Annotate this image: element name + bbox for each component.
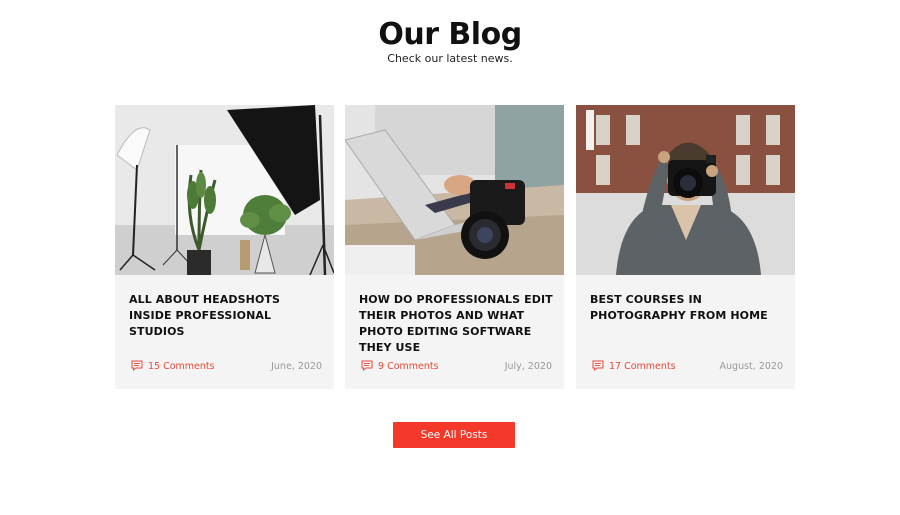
photographer-image[interactable] [576, 105, 795, 275]
comments-count: 9 Comments [378, 361, 439, 372]
post-date: August, 2020 [719, 361, 783, 372]
post-meta: 15 Comments June, 2020 [131, 360, 322, 374]
photo-studio-image[interactable] [115, 105, 334, 275]
post-title[interactable]: BEST COURSES IN PHOTOGRAPHY FROM HOME [590, 292, 785, 324]
post-meta: 9 Comments July, 2020 [361, 360, 552, 374]
section-title: Our Blog [378, 17, 522, 52]
comments-link[interactable]: 9 Comments [361, 360, 439, 374]
comments-count: 15 Comments [148, 361, 215, 372]
post-title[interactable]: HOW DO PROFESSIONALS EDIT THEIR PHOTOS A… [359, 292, 554, 356]
see-all-posts-button[interactable]: See All Posts [393, 422, 515, 448]
post-date: July, 2020 [504, 361, 552, 372]
blog-card[interactable]: HOW DO PROFESSIONALS EDIT THEIR PHOTOS A… [345, 105, 564, 389]
comments-link[interactable]: 17 Comments [592, 360, 676, 374]
blog-section: Our Blog Check our latest news. ALL ABOU… [0, 0, 900, 515]
comment-icon [361, 360, 373, 371]
comments-link[interactable]: 15 Comments [131, 360, 215, 374]
post-meta: 17 Comments August, 2020 [592, 360, 783, 374]
blog-cards: ALL ABOUT HEADSHOTS INSIDE PROFESSIONAL … [115, 105, 795, 389]
section-subtitle: Check our latest news. [387, 52, 513, 65]
blog-card[interactable]: ALL ABOUT HEADSHOTS INSIDE PROFESSIONAL … [115, 105, 334, 389]
post-title[interactable]: ALL ABOUT HEADSHOTS INSIDE PROFESSIONAL … [129, 292, 324, 340]
post-date: June, 2020 [271, 361, 322, 372]
comment-icon [592, 360, 604, 371]
blog-card[interactable]: BEST COURSES IN PHOTOGRAPHY FROM HOME 17… [576, 105, 795, 389]
laptop-camera-image[interactable] [345, 105, 564, 275]
comments-count: 17 Comments [609, 361, 676, 372]
comment-icon [131, 360, 143, 371]
